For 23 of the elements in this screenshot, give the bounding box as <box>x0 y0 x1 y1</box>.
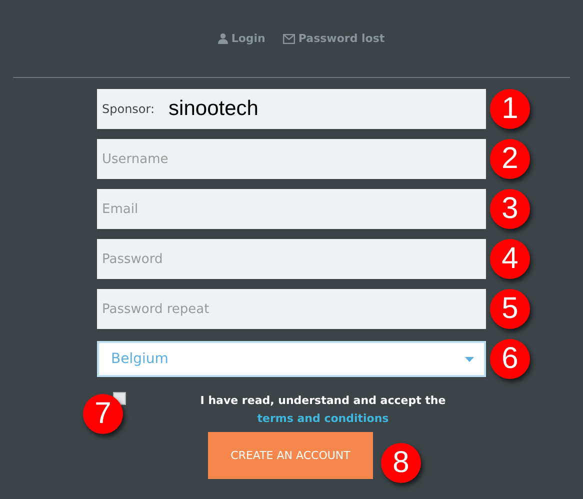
envelope-icon <box>283 34 296 44</box>
terms-text: I have read, understand and accept the terms and conditions <box>199 393 447 427</box>
caret-icon <box>465 356 474 362</box>
country-select[interactable]: Belgium <box>97 341 486 377</box>
create-account-button[interactable]: CREATE AN ACCOUNT <box>208 432 373 479</box>
sponsor-value: sinootech <box>168 97 258 121</box>
number-marker: 3 <box>490 189 530 229</box>
number-marker: 4 <box>490 239 530 279</box>
nav-link[interactable]: Password lost <box>283 32 385 45</box>
input-field[interactable]: Password <box>97 239 486 279</box>
input-field[interactable]: Password repeat <box>97 289 486 329</box>
number-marker: 8 <box>381 443 421 483</box>
number-marker: 2 <box>490 139 530 179</box>
number-marker: 1 <box>490 89 530 129</box>
input-field[interactable]: Email <box>97 189 486 229</box>
user-icon <box>218 33 228 44</box>
number-marker: 6 <box>490 339 530 379</box>
input-field[interactable]: Username <box>97 139 486 179</box>
number-marker: 7 <box>83 394 123 434</box>
nav-link[interactable]: Login <box>218 32 266 45</box>
terms-link[interactable]: terms and conditions <box>257 412 389 425</box>
sponsor-label: Sponsor: <box>102 102 155 116</box>
number-marker: 5 <box>490 289 530 329</box>
